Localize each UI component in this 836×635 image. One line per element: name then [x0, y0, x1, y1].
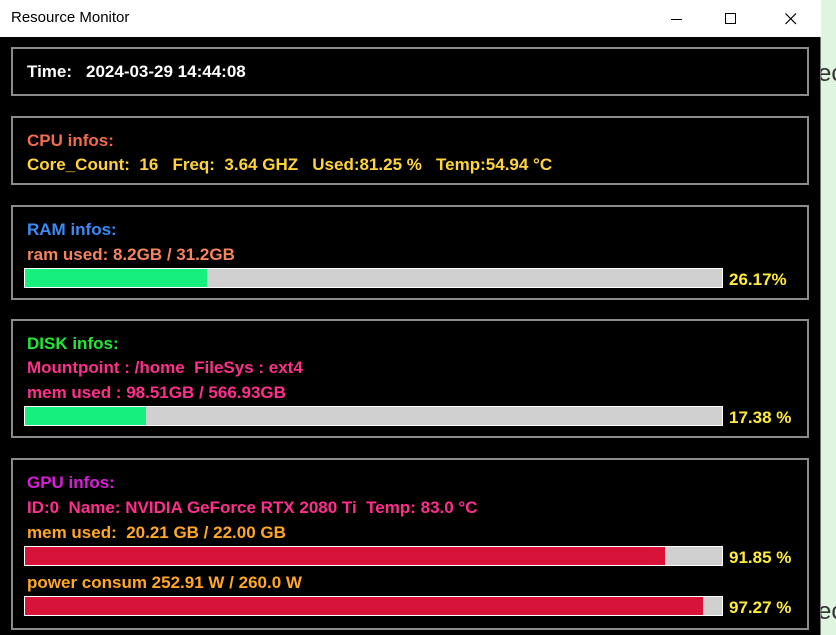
- disk-used: mem used : 98.51GB / 566.93GB: [27, 383, 286, 402]
- ram-used: ram used: 8.2GB / 31.2GB: [27, 245, 235, 264]
- background-window: [821, 0, 836, 635]
- disk-mountpoint: Mountpoint : /home FileSys : ext4: [27, 358, 303, 377]
- disk-progress-fill: [25, 407, 147, 425]
- cpu-heading: CPU infos:: [27, 131, 114, 150]
- window-title: Resource Monitor: [11, 9, 130, 26]
- ram-progress-fill: [25, 269, 208, 287]
- gpu-power: power consum 252.91 W / 260.0 W: [27, 573, 302, 592]
- gpu-power-progress-fill: [25, 597, 703, 615]
- close-button[interactable]: [764, 0, 818, 37]
- gpu-power-progress-bar: [24, 596, 723, 616]
- gpu-info: ID:0 Name: NVIDIA GeForce RTX 2080 Ti Te…: [27, 498, 478, 517]
- time-value: 2024-03-29 14:44:08: [86, 62, 246, 81]
- gpu-panel: GPU infos: ID:0 Name: NVIDIA GeForce RTX…: [11, 458, 809, 630]
- disk-heading: DISK infos:: [27, 334, 119, 353]
- ram-progress-bar: [24, 268, 723, 288]
- cpu-panel: CPU infos: Core_Count: 16 Freq: 3.64 GHZ…: [11, 116, 809, 185]
- maximize-button[interactable]: [704, 0, 758, 37]
- maximize-icon: [725, 12, 736, 24]
- gpu-mem-progress-fill: [25, 547, 666, 565]
- title-bar[interactable]: Resource Monitor: [0, 0, 821, 37]
- time-label: Time:: [27, 62, 73, 81]
- disk-percent: 17.38 %: [729, 408, 792, 427]
- resource-monitor-window: Resource Monitor Time: 2024-03-29 14:44:…: [0, 0, 821, 635]
- disk-panel: DISK infos: Mountpoint : /home FileSys :…: [11, 319, 809, 438]
- ram-panel: RAM infos: ram used: 8.2GB / 31.2GB 26.1…: [11, 205, 809, 300]
- gpu-mem-percent: 91.85 %: [729, 548, 792, 567]
- gpu-mem-used: mem used: 20.21 GB / 22.00 GB: [27, 523, 286, 542]
- time-panel: Time: 2024-03-29 14:44:08: [11, 47, 809, 96]
- ram-heading: RAM infos:: [27, 220, 117, 239]
- gpu-power-percent: 97.27 %: [729, 598, 792, 617]
- gpu-heading: GPU infos:: [27, 473, 115, 492]
- disk-progress-bar: [24, 406, 723, 426]
- cpu-stats: Core_Count: 16 Freq: 3.64 GHZ Used:81.25…: [27, 155, 553, 174]
- minimize-button[interactable]: [650, 0, 704, 37]
- minimize-icon: [671, 18, 682, 20]
- gpu-mem-progress-bar: [24, 546, 723, 566]
- close-icon: [785, 12, 797, 24]
- ram-percent: 26.17%: [729, 270, 787, 289]
